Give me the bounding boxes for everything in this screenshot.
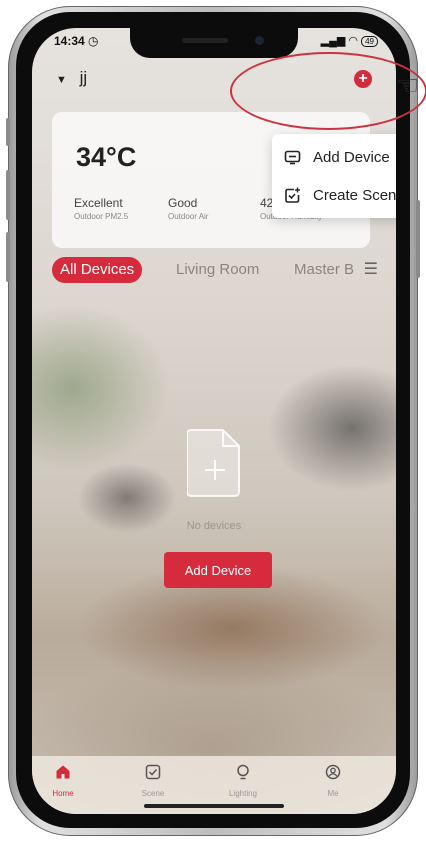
tab-living-room[interactable]: Living Room [176,257,259,283]
alarm-icon: ◷ [88,34,99,48]
tab-all-devices[interactable]: All Devices [52,257,143,283]
tabbar-home[interactable]: Home [32,764,98,798]
tabbar-label: Home [52,789,74,798]
metric-pm25: Excellent Outdoor PM2.5 [74,196,128,221]
menu-item-create-scene[interactable]: Create Scene [272,176,396,214]
scene-icon [145,764,161,780]
tabbar-me[interactable]: Me [298,764,368,798]
tabbar-label: Lighting [228,789,258,798]
add-button[interactable]: + [354,70,372,88]
status-icons: ▂▄▆ ◠ 49 [321,34,378,47]
metric-label: Outdoor PM2.5 [74,212,129,221]
power-button [416,200,420,278]
tab-master-bedroom[interactable]: Master B [294,257,356,283]
volume-down-button [6,232,10,282]
wifi-icon: ◠ [348,35,359,47]
notch [130,28,298,58]
volume-up-button [6,170,10,220]
front-camera [255,36,264,45]
tabbar-scene[interactable]: Scene [118,764,188,798]
mute-switch [6,118,10,146]
home-icon [56,765,70,779]
earpiece-speaker [182,38,228,43]
add-menu: Add Device Create Scene [272,134,396,218]
caret-down-icon: ▼ [56,74,67,86]
empty-document-icon [187,429,240,497]
app-screen: 14:34 ◷ ▂▄▆ ◠ 49 ▼ jj 34°C Excellent Out… [32,28,396,814]
room-list-menu-icon[interactable]: ☰ [364,257,378,283]
temperature: 34°C [76,142,137,172]
metric-value: Good [168,196,198,210]
battery-icon: 49 [361,36,378,47]
metric-label: Outdoor Air [168,212,209,221]
battery-level: 49 [365,37,374,46]
tabbar-label: Me [327,789,339,798]
tabbar-lighting[interactable]: Lighting [208,764,278,798]
tabbar-label: Scene [141,789,165,798]
menu-item-label: Create Scene [313,186,396,204]
signal-icon: ▂▄▆ [320,35,346,47]
profile-icon [325,764,341,780]
status-bar-time: 14:34 ◷ [54,34,99,48]
room-tabs: All Devices Living Room Master B ☰ [52,257,382,285]
home-name: jj [79,68,88,87]
empty-state-text: No devices [186,520,242,532]
clock-text: 14:34 [54,34,85,48]
add-device-button[interactable]: Add Device [164,552,272,588]
metric-value: Excellent [74,196,123,210]
home-selector[interactable]: ▼ jj [56,68,87,88]
pointing-hand-icon: ☜ [396,70,420,100]
menu-item-add-device[interactable]: Add Device [272,138,396,176]
lightbulb-icon [237,764,249,780]
metric-air: Good Outdoor Air [168,196,208,221]
add-device-icon [284,150,301,164]
create-scene-icon [285,187,300,203]
home-indicator[interactable] [144,804,284,808]
menu-item-label: Add Device [313,148,390,166]
